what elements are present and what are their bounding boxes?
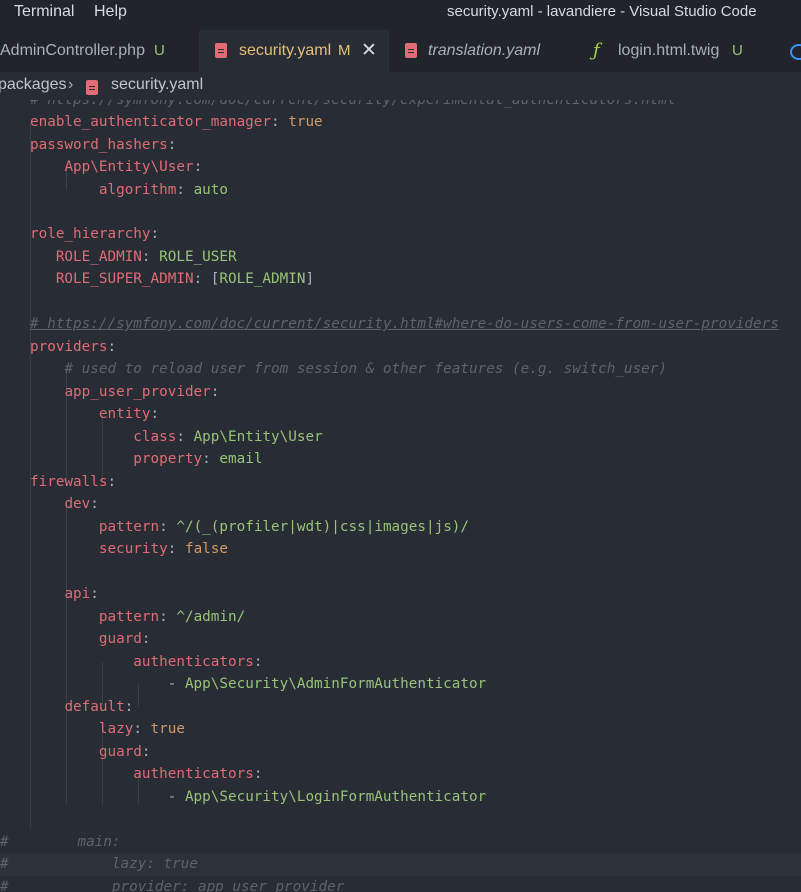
code-line: firewalls: — [30, 474, 117, 490]
chevron-right-icon: › — [68, 76, 74, 93]
code-line: # main: — [0, 834, 121, 850]
code-line: authenticators: — [133, 654, 263, 670]
twig-file-icon: ƒ — [593, 40, 600, 61]
tab-label: security.yaml — [239, 42, 332, 59]
code-line: algorithm: auto — [98, 182, 228, 198]
tab-overflow[interactable] — [776, 30, 801, 72]
tab-label: AdminController.php — [0, 42, 145, 59]
modified-badge: M — [338, 42, 351, 59]
code-line: enable_authenticator_manager: true — [30, 114, 323, 130]
code-line: default: — [64, 699, 134, 715]
code-line: role_hierarchy: — [30, 226, 160, 242]
code-line: ROLE_ADMIN: ROLE_USER — [55, 249, 237, 265]
code-line: - App\Security\AdminFormAuthenticator — [30, 676, 487, 692]
code-line: class: App\Entity\User — [133, 429, 323, 445]
code-line: providers: — [30, 339, 117, 355]
code-line: # https://symfony.com/doc/current/securi… — [30, 100, 676, 108]
code-editor[interactable]: # https://symfony.com/doc/current/securi… — [0, 100, 801, 892]
menu-terminal[interactable]: Terminal — [14, 3, 74, 21]
untracked-badge: U — [732, 42, 743, 59]
breadcrumb: packages › security.yaml — [0, 72, 801, 100]
code-line: property: email — [133, 451, 263, 467]
code-line: guard: — [98, 631, 151, 647]
tab-bar: AdminController.php U security.yaml M ✕ … — [0, 30, 801, 72]
breadcrumb-folder[interactable]: packages — [0, 76, 67, 94]
code-line: pattern: ^/admin/ — [98, 609, 246, 625]
tab-label: translation.yaml — [428, 42, 541, 59]
code-line: authenticators: — [133, 766, 263, 782]
code-line: # provider: app_user_provider — [0, 879, 345, 892]
yaml-file-icon — [405, 43, 417, 58]
code-line: # lazy: true — [0, 856, 198, 872]
code-line: password_hashers: — [30, 137, 177, 153]
close-icon[interactable]: ✕ — [361, 39, 377, 62]
yaml-file-icon — [215, 43, 227, 58]
code-line: security: false — [98, 541, 229, 557]
code-line: - App\Security\LoginFormAuthenticator — [30, 789, 487, 805]
tab-translation-yaml[interactable]: translation.yaml — [389, 30, 578, 72]
code-line: entity: — [98, 406, 160, 422]
php-file-icon — [790, 44, 801, 60]
breadcrumb-file[interactable]: security.yaml — [111, 76, 203, 94]
tab-login-twig[interactable]: ƒ login.html.twig U — [577, 30, 777, 72]
code-line: pattern: ^/(_(profiler|wdt)|css|images|j… — [98, 519, 470, 535]
code-line: api: — [64, 586, 99, 602]
title-bar: Terminal Help security.yaml - lavandiere… — [0, 0, 801, 30]
code-line: ROLE_SUPER_ADMIN: [ROLE_ADMIN] — [55, 271, 315, 287]
tab-label: login.html.twig — [618, 42, 720, 59]
tab-admincontroller[interactable]: AdminController.php U — [0, 30, 200, 72]
code-line: dev: — [64, 496, 99, 512]
code-line: lazy: true — [98, 721, 185, 737]
code-line: # https://symfony.com/doc/current/securi… — [30, 316, 779, 332]
untracked-badge: U — [154, 42, 165, 59]
code-line: # used to reload user from session & oth… — [64, 361, 667, 377]
code-line: app_user_provider: — [64, 384, 220, 400]
menu-help[interactable]: Help — [94, 3, 127, 21]
code-line: App\Entity\User: — [64, 159, 203, 175]
window-title: security.yaml - lavandiere - Visual Stud… — [447, 3, 757, 20]
yaml-file-icon — [86, 80, 98, 95]
tab-security-yaml[interactable]: security.yaml M ✕ — [199, 30, 390, 72]
code-line: guard: — [98, 744, 151, 760]
